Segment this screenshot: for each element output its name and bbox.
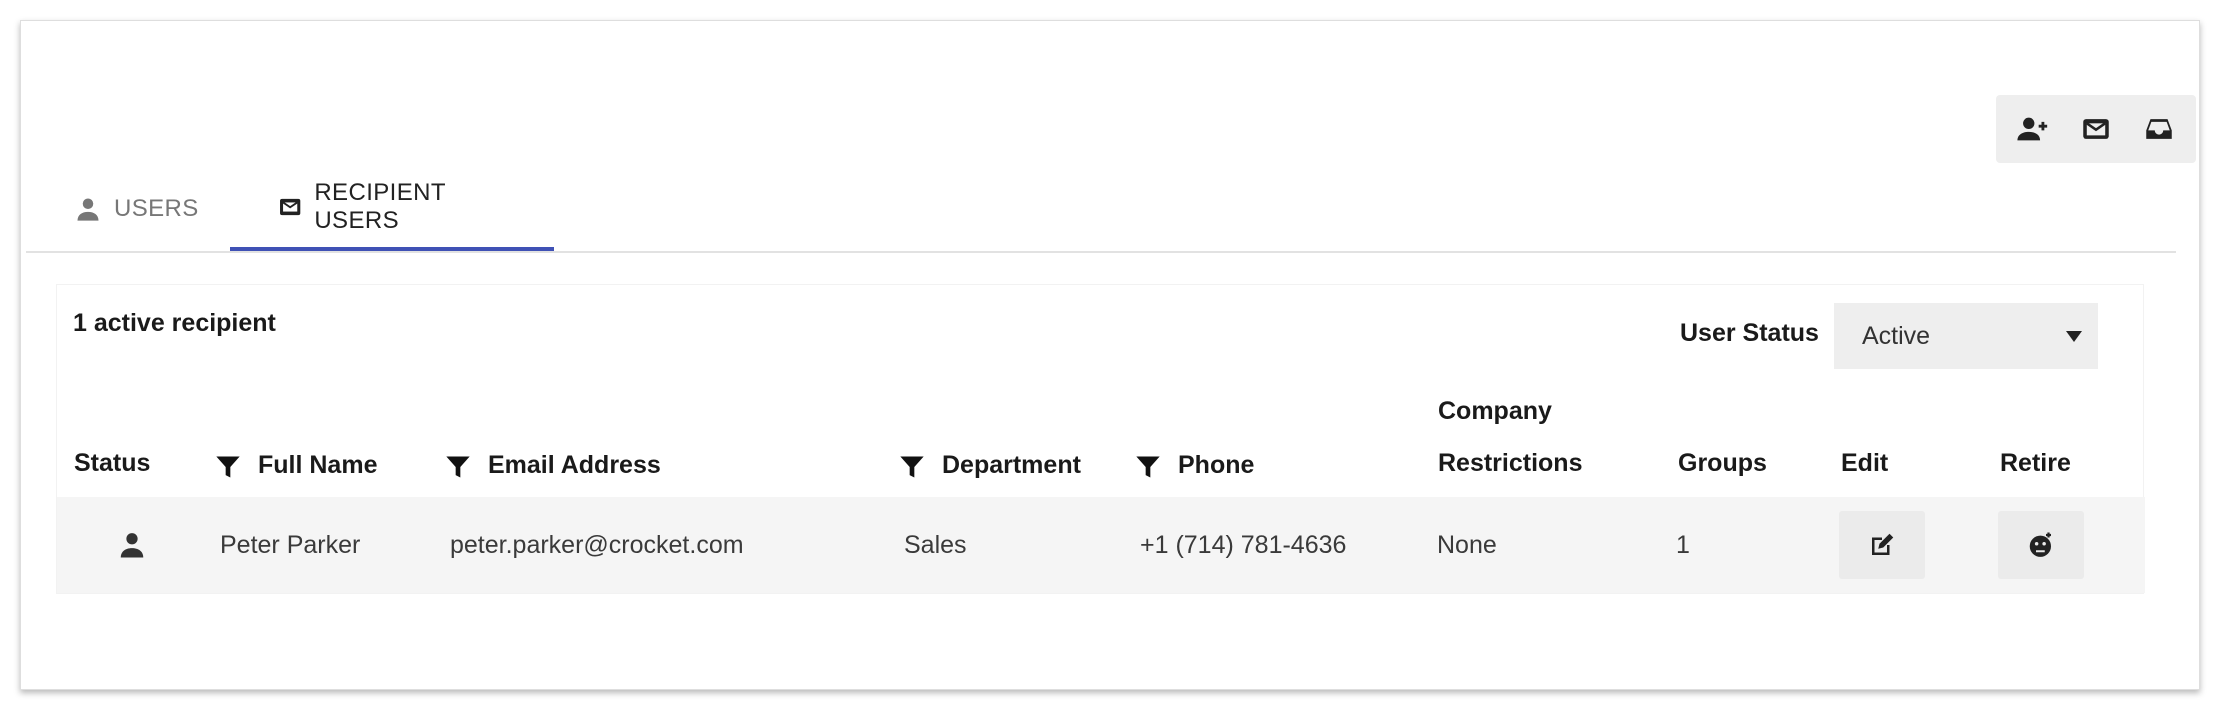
- recipient-count: 1 active recipient: [73, 309, 276, 337]
- retire-icon: [2029, 532, 2051, 557]
- tab-divider: [26, 251, 2176, 253]
- user-status-label: User Status: [1680, 319, 1819, 347]
- filter-icon[interactable]: [898, 453, 926, 481]
- edit-icon: [1872, 533, 1894, 555]
- chevron-down-icon: [2066, 330, 2082, 342]
- header-groups: Groups: [1678, 449, 1767, 477]
- inbox-button[interactable]: [2134, 104, 2184, 154]
- row-phone: +1 (714) 781-4636: [1140, 530, 1347, 559]
- filter-icon[interactable]: [444, 453, 472, 481]
- header-full-name: Full Name: [214, 449, 377, 481]
- header-edit: Edit: [1841, 449, 1889, 477]
- header-department: Department: [898, 449, 1081, 481]
- filter-icon[interactable]: [214, 453, 242, 481]
- inbox-icon: [2145, 119, 2172, 139]
- row-company-restrictions: None: [1437, 530, 1497, 559]
- header-phone: Phone: [1134, 449, 1254, 481]
- person-icon: [120, 533, 144, 558]
- header-email-label: Email Address: [488, 450, 661, 479]
- person-icon: [77, 198, 99, 221]
- add-user-icon: [2017, 117, 2048, 141]
- row-groups: 1: [1676, 530, 1690, 559]
- header-phone-label: Phone: [1178, 450, 1255, 479]
- retire-button[interactable]: [1998, 511, 2084, 579]
- mail-icon: [2083, 119, 2109, 139]
- header-restrictions-label: Restrictions: [1438, 449, 1583, 477]
- recipients-table-panel: 1 active recipient User Status Active St…: [56, 284, 2145, 594]
- row-status: [117, 497, 147, 593]
- row-department: Sales: [904, 530, 967, 559]
- tab-recipient-users[interactable]: RECIPIENT USERS: [230, 166, 554, 251]
- table-row: Peter Parker peter.parker@crocket.com Sa…: [57, 497, 2145, 593]
- tab-users-label: USERS: [114, 194, 199, 222]
- tab-recipient-users-label: RECIPIENT USERS: [314, 178, 446, 234]
- header-company-restrictions: Company Restrictions: [1438, 385, 1582, 489]
- mail-icon: [280, 198, 301, 215]
- header-company-label: Company: [1438, 397, 1552, 425]
- filter-icon[interactable]: [1134, 453, 1162, 481]
- edit-button[interactable]: [1839, 511, 1925, 579]
- row-email: peter.parker@crocket.com: [450, 530, 744, 559]
- header-department-label: Department: [942, 450, 1081, 479]
- header-status: Status: [74, 449, 151, 477]
- toolbar: [1996, 95, 2196, 163]
- mail-button[interactable]: [2071, 104, 2121, 154]
- tab-bar: USERS RECIPIENT USERS: [26, 166, 554, 251]
- header-email: Email Address: [444, 449, 661, 481]
- row-full-name: Peter Parker: [220, 530, 361, 559]
- header-full-name-label: Full Name: [258, 450, 378, 479]
- header-retire: Retire: [2000, 449, 2071, 477]
- add-user-button[interactable]: [2008, 104, 2058, 154]
- user-status-select[interactable]: Active: [1834, 303, 2098, 369]
- tab-users[interactable]: USERS: [26, 166, 230, 251]
- user-status-value: Active: [1862, 321, 1931, 350]
